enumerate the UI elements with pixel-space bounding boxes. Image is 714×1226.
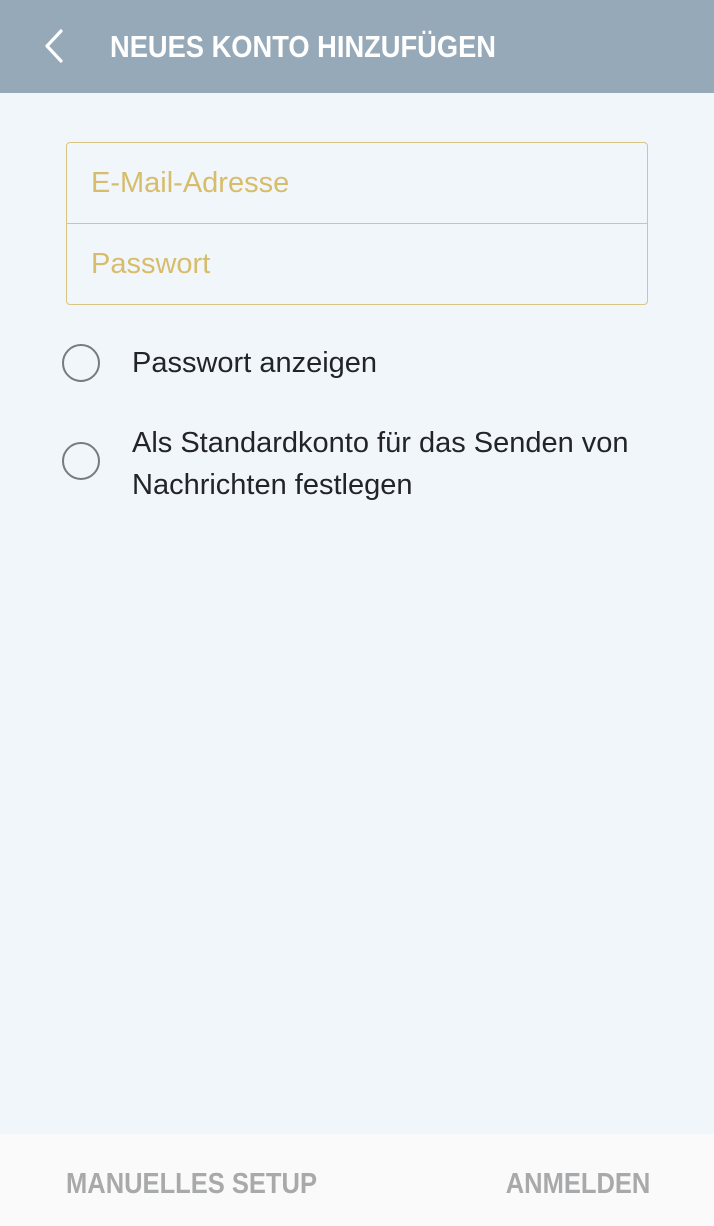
- back-button[interactable]: [30, 20, 78, 72]
- show-password-label: Passwort anzeigen: [132, 347, 378, 379]
- email-field[interactable]: [67, 143, 647, 223]
- login-button[interactable]: ANMELDEN: [505, 1164, 650, 1204]
- password-field[interactable]: [67, 224, 647, 305]
- chevron-left-icon: [45, 29, 63, 63]
- manual-setup-button[interactable]: MANUELLES SETUP: [66, 1164, 317, 1204]
- default-account-option[interactable]: Als Standardkonto für das Senden von Nac…: [62, 420, 652, 510]
- email-field-container: [67, 143, 647, 224]
- login-form: [66, 142, 648, 305]
- default-account-label: Als Standardkonto für das Senden von Nac…: [132, 427, 629, 501]
- show-password-option[interactable]: Passwort anzeigen: [62, 340, 652, 390]
- password-field-container: [67, 224, 647, 305]
- app-header: NEUES KONTO HINZUFÜGEN: [0, 0, 714, 93]
- bottom-action-bar: MANUELLES SETUP ANMELDEN: [0, 1134, 714, 1226]
- default-account-radio[interactable]: [62, 442, 100, 480]
- page-title: NEUES KONTO HINZUFÜGEN: [110, 29, 496, 64]
- show-password-radio[interactable]: [62, 344, 100, 382]
